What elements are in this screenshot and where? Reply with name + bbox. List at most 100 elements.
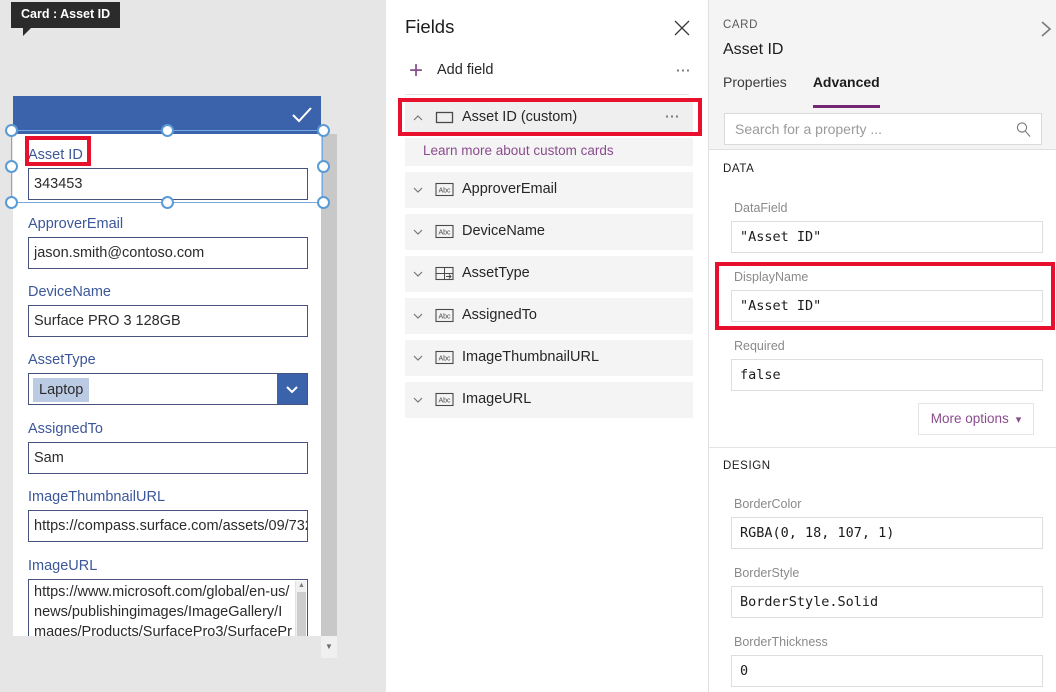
resize-handle-top-left[interactable]	[5, 124, 18, 137]
field-row-label: AssetType	[462, 265, 530, 281]
check-icon[interactable]	[289, 102, 315, 128]
choice-icon	[435, 265, 454, 282]
field-row-assettype[interactable]: AssetType	[405, 256, 693, 292]
svg-text:Abc: Abc	[438, 230, 451, 237]
field-label: AssetType	[13, 351, 321, 369]
abc-icon: Abc	[435, 223, 454, 240]
chevron-down-icon[interactable]	[411, 309, 425, 323]
resize-handle-bottom-right[interactable]	[317, 196, 330, 209]
add-field-button[interactable]: + Add field ⋯	[386, 54, 708, 90]
resize-handle-bottom-left[interactable]	[5, 196, 18, 209]
property-value-input[interactable]: "Asset ID"	[731, 221, 1043, 253]
svg-text:Abc: Abc	[438, 188, 451, 195]
divider	[405, 94, 689, 95]
learn-more-link[interactable]: Learn more about custom cards	[423, 143, 614, 158]
property-label: Required	[734, 339, 785, 353]
field-row-label: AssignedTo	[462, 307, 537, 323]
search-icon[interactable]	[1015, 121, 1032, 138]
property-value-input[interactable]: 0	[731, 655, 1043, 687]
form-scrollbar[interactable]	[321, 134, 337, 636]
property-label: BorderThickness	[734, 635, 828, 649]
page-title: Asset ID	[723, 41, 783, 59]
search-placeholder: Search for a property ...	[735, 121, 882, 137]
resize-handle-top-center[interactable]	[161, 124, 174, 137]
chevron-down-icon[interactable]	[411, 351, 425, 365]
field-input[interactable]: Surface PRO 3 128GB	[28, 305, 308, 337]
abc-icon: Abc	[435, 349, 454, 366]
highlight-box-custom-card-row	[398, 98, 702, 136]
chevron-down-icon[interactable]	[277, 374, 307, 404]
fields-panel: Fields + Add field ⋯ Asset ID (custom) ⋯…	[386, 0, 708, 692]
form-body: Asset ID 343453 ApproverEmail jason.smit…	[13, 134, 321, 636]
field-input[interactable]: jason.smith@contoso.com	[28, 237, 308, 269]
field-row-imageurl[interactable]: Abc ImageURL	[405, 382, 693, 418]
resize-handle-middle-left[interactable]	[5, 160, 18, 173]
ellipsis-icon[interactable]: ⋯	[676, 61, 693, 79]
tab-advanced[interactable]: Advanced	[813, 74, 880, 108]
field-input[interactable]: Sam	[28, 442, 308, 474]
field-row-label: DeviceName	[462, 223, 545, 239]
field-label: ImageURL	[13, 557, 321, 575]
field-label: ApproverEmail	[13, 215, 321, 233]
scroll-down-button[interactable]: ▼	[321, 636, 337, 658]
svg-text:Abc: Abc	[438, 356, 451, 363]
field-row-label: ImageURL	[462, 391, 531, 407]
property-label: DataField	[734, 201, 788, 215]
chevron-down-icon[interactable]	[411, 225, 425, 239]
form-field-imagethumbnailurl[interactable]: ImageThumbnailURL https://compass.surfac…	[13, 488, 321, 542]
property-search-row: Search for a property ...	[709, 108, 1056, 150]
field-input[interactable]: https://compass.surface.com/assets/09/73…	[28, 510, 308, 542]
chevron-right-icon[interactable]	[1037, 18, 1055, 40]
textarea-scrollbar[interactable]: ▲ ▼	[295, 581, 306, 636]
section-title-design: DESIGN	[723, 460, 771, 472]
section-title-data: DATA	[723, 163, 754, 175]
chevron-down-icon[interactable]	[411, 393, 425, 407]
field-textarea-value: https://www.microsoft.com/global/en-us/n…	[34, 584, 292, 636]
highlight-box-asset-id-label	[25, 136, 91, 166]
field-label: AssignedTo	[13, 420, 321, 438]
fields-panel-title: Fields	[405, 16, 454, 38]
plus-icon: +	[405, 60, 427, 82]
field-row-assignedto[interactable]: Abc AssignedTo	[405, 298, 693, 334]
property-value-input[interactable]: RGBA(0, 18, 107, 1)	[731, 517, 1043, 549]
field-row-label: ImageThumbnailURL	[462, 349, 599, 365]
chevron-down-icon: ▾	[1016, 414, 1022, 426]
form-field-devicename[interactable]: DeviceName Surface PRO 3 128GB	[13, 283, 321, 337]
scrollbar-thumb[interactable]	[297, 592, 306, 636]
dropdown-selected-value: Laptop	[33, 378, 89, 402]
app-canvas: Asset ID 343453 ApproverEmail jason.smit…	[0, 0, 386, 692]
field-row-label: ApproverEmail	[462, 181, 557, 197]
property-value-input[interactable]: BorderStyle.Solid	[731, 586, 1043, 618]
chevron-down-icon[interactable]	[411, 267, 425, 281]
field-row-approveremail[interactable]: Abc ApproverEmail	[405, 172, 693, 208]
chevron-down-icon[interactable]	[411, 183, 425, 197]
more-options-button[interactable]: More options ▾	[918, 403, 1034, 435]
field-textarea[interactable]: https://www.microsoft.com/global/en-us/n…	[28, 579, 308, 636]
abc-icon: Abc	[435, 181, 454, 198]
resize-handle-bottom-center[interactable]	[161, 196, 174, 209]
field-label: DeviceName	[13, 283, 321, 301]
form-field-imageurl[interactable]: ImageURL https://www.microsoft.com/globa…	[13, 557, 321, 636]
edit-form[interactable]: Asset ID 343453 ApproverEmail jason.smit…	[13, 96, 337, 636]
learn-more-row[interactable]: Learn more about custom cards	[405, 138, 693, 166]
field-row-devicename[interactable]: Abc DeviceName	[405, 214, 693, 250]
svg-text:Abc: Abc	[438, 314, 451, 321]
assettype-dropdown[interactable]: Laptop	[28, 373, 308, 405]
resize-handle-top-right[interactable]	[317, 124, 330, 137]
search-input[interactable]: Search for a property ...	[724, 113, 1042, 145]
abc-icon: Abc	[435, 307, 454, 324]
form-field-assignedto[interactable]: AssignedTo Sam	[13, 420, 321, 474]
property-value-input[interactable]: false	[731, 359, 1043, 391]
more-options-label: More options	[931, 411, 1009, 426]
properties-panel: CARD Asset ID Properties Advanced Search…	[708, 0, 1056, 692]
tab-properties[interactable]: Properties	[723, 74, 787, 108]
form-field-assettype[interactable]: AssetType Laptop	[13, 351, 321, 405]
breadcrumb: CARD	[723, 19, 758, 31]
selection-tooltip: Card : Asset ID	[11, 2, 120, 28]
close-icon[interactable]	[670, 16, 694, 40]
property-label: BorderStyle	[734, 566, 799, 580]
field-row-imagethumbnailurl[interactable]: Abc ImageThumbnailURL	[405, 340, 693, 376]
resize-handle-middle-right[interactable]	[317, 160, 330, 173]
form-field-approveremail[interactable]: ApproverEmail jason.smith@contoso.com	[13, 215, 321, 269]
scroll-up-icon[interactable]: ▲	[296, 581, 307, 591]
